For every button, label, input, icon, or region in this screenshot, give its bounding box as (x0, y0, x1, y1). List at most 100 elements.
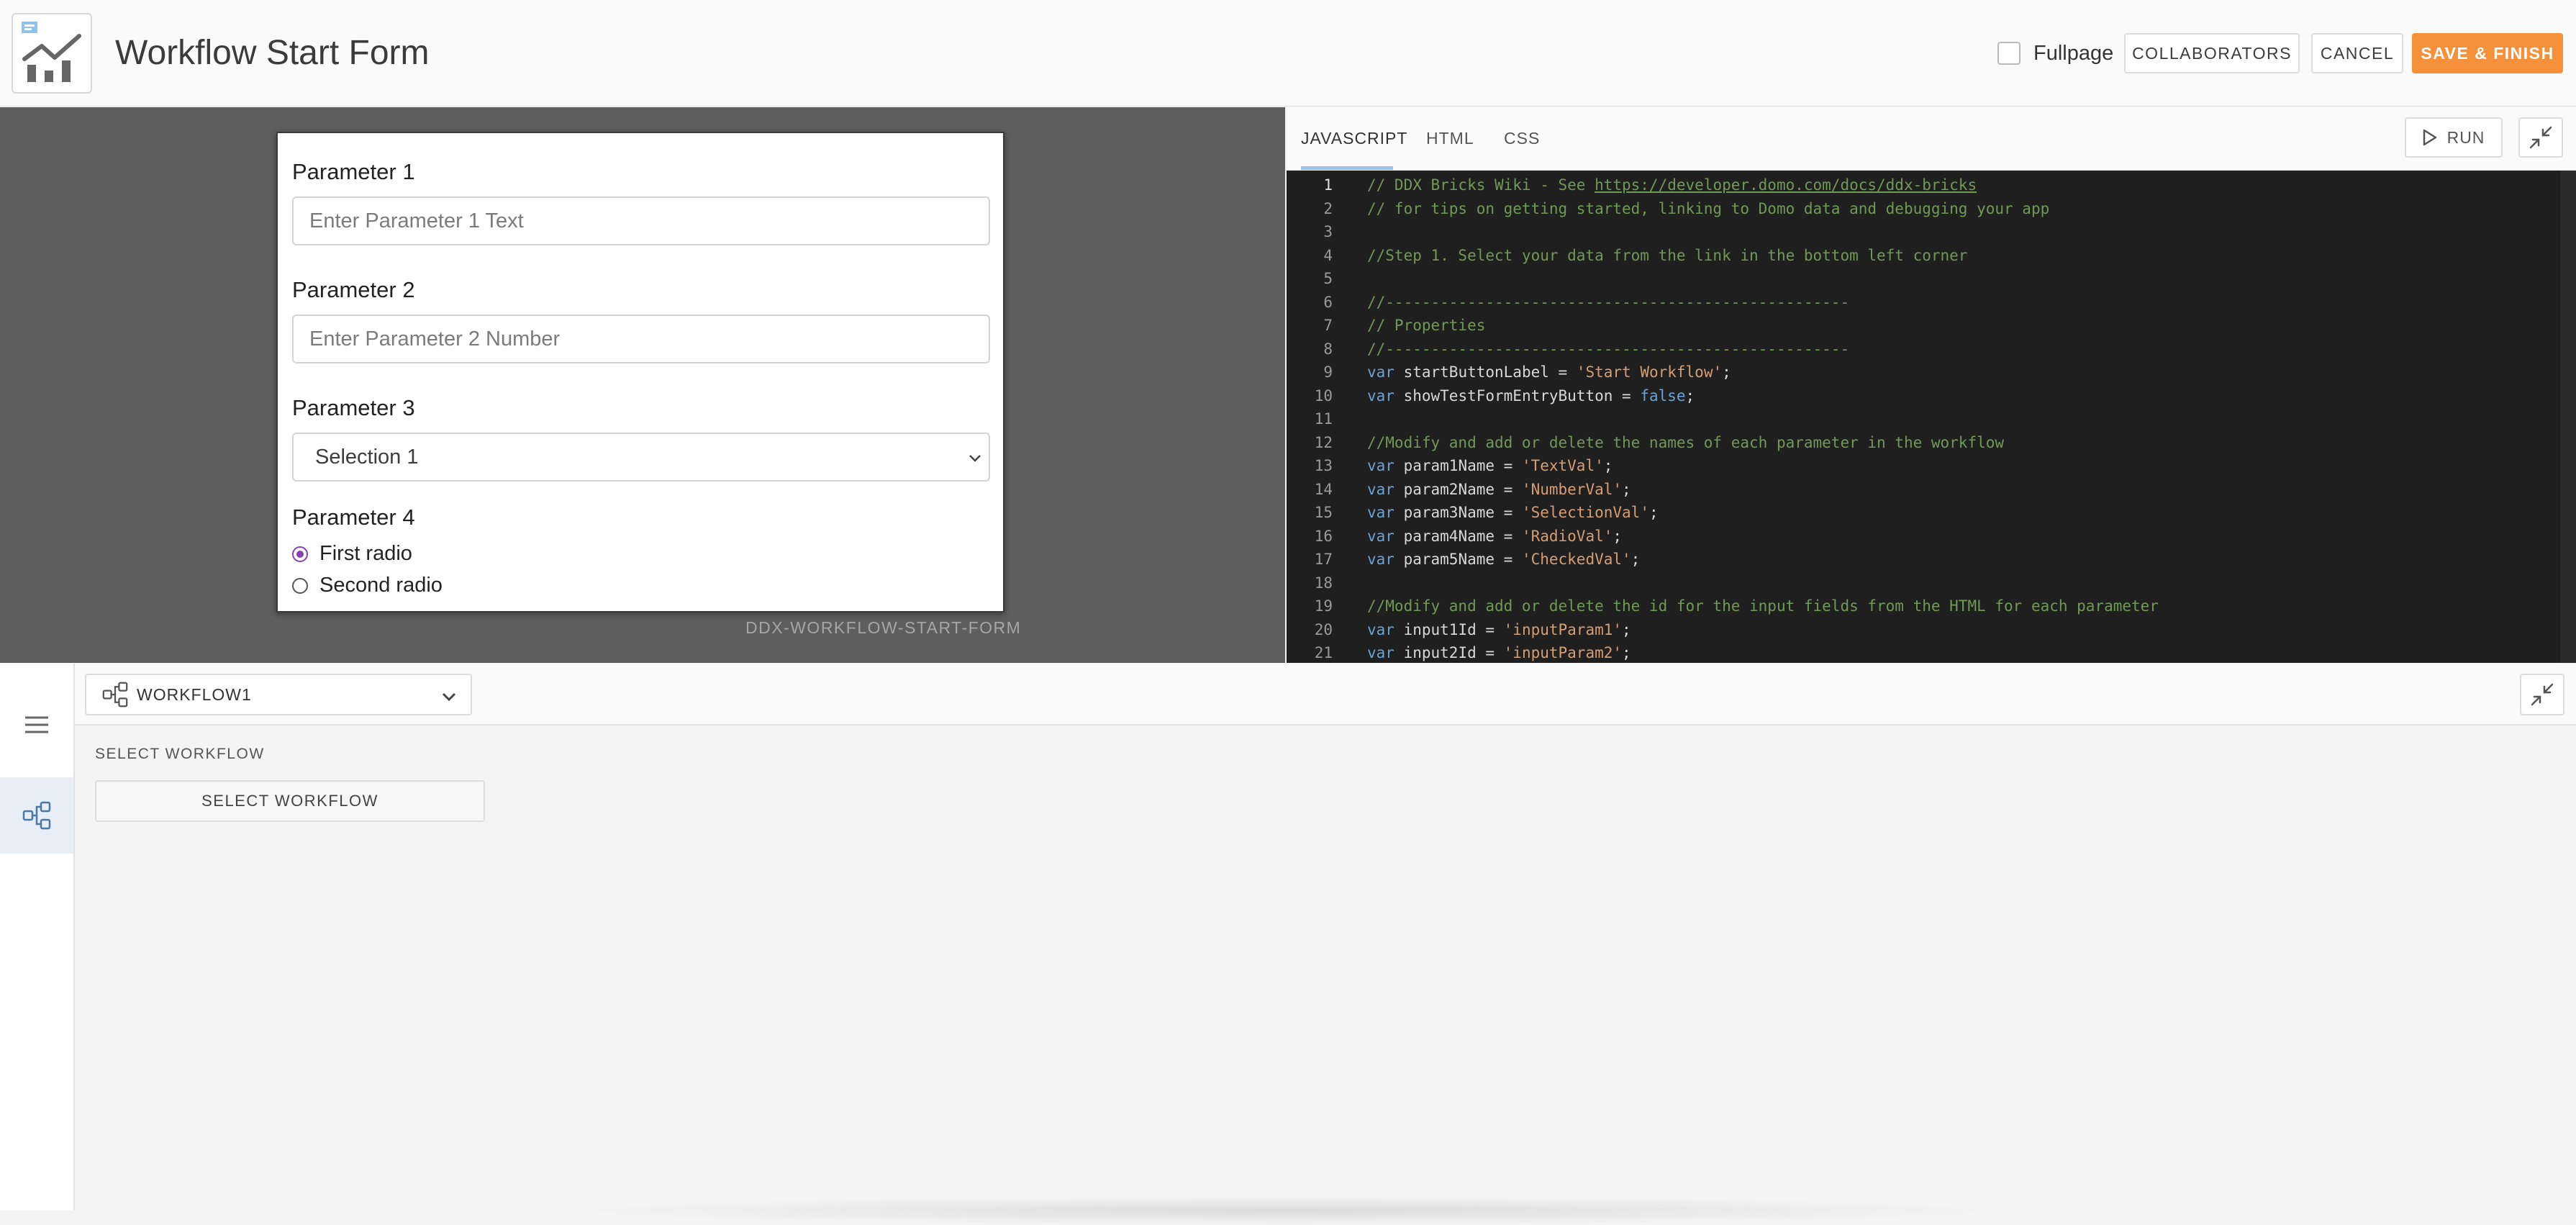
line-number: 8 (1287, 340, 1333, 358)
code-line[interactable]: 1// DDX Bricks Wiki - See https://develo… (1287, 173, 2560, 196)
code-line[interactable]: 18 (1287, 571, 2560, 595)
panel-shadow (561, 1196, 2015, 1225)
editor-scrollbar[interactable] (2560, 171, 2576, 663)
page-title: Workflow Start Form (115, 32, 430, 75)
tab-javascript[interactable]: JAVASCRIPT (1301, 129, 1407, 148)
code-text: //Modify and add or delete the id for th… (1367, 597, 2159, 615)
code-line[interactable]: 6//-------------------------------------… (1287, 291, 2560, 314)
code-text: //--------------------------------------… (1367, 340, 1849, 358)
collapse-icon (2530, 682, 2554, 707)
code-line[interactable]: 10var showTestFormEntryButton = false; (1287, 384, 2560, 407)
line-number: 18 (1287, 574, 1333, 592)
code-line[interactable]: 5 (1287, 267, 2560, 290)
panel-topbar: WORKFLOW1 (75, 664, 2576, 725)
code-token: var (1367, 387, 1394, 404)
code-line[interactable]: 9var startButtonLabel = 'Start Workflow'… (1287, 361, 2560, 384)
line-number: 16 (1287, 528, 1333, 545)
code-text: var input1Id = 'inputParam1'; (1367, 621, 1631, 638)
code-area[interactable]: 1// DDX Bricks Wiki - See https://develo… (1287, 171, 2576, 663)
line-number: 5 (1287, 270, 1333, 287)
workflow-icon (22, 801, 51, 830)
code-token: var (1367, 363, 1394, 381)
code-text: var showTestFormEntryButton = false; (1367, 387, 1695, 404)
code-token: //--------------------------------------… (1367, 294, 1849, 311)
code-line[interactable]: 16var param4Name = 'RadioVal'; (1287, 525, 2560, 548)
code-token: param1Name = (1394, 457, 1522, 474)
param4-label: Parameter 4 (292, 505, 415, 530)
tab-css[interactable]: CSS (1504, 129, 1540, 148)
code-token: ; (1613, 528, 1622, 545)
line-number: 7 (1287, 317, 1333, 334)
line-number: 21 (1287, 644, 1333, 661)
tab-html[interactable]: HTML (1426, 129, 1474, 148)
code-token: 'inputParam1' (1504, 621, 1622, 638)
radio-first-label: First radio (319, 542, 412, 566)
run-button[interactable]: RUN (2405, 117, 2503, 158)
code-text: var startButtonLabel = 'Start Workflow'; (1367, 363, 1731, 381)
workflow-select[interactable]: WORKFLOW1 (85, 674, 472, 715)
code-line[interactable]: 8 //-------------------------------------… (1287, 338, 2560, 361)
fullpage-toggle[interactable]: Fullpage (1997, 40, 2113, 66)
radio-first[interactable]: First radio (292, 542, 412, 566)
code-line[interactable]: 12//Modify and add or delete the names o… (1287, 431, 2560, 454)
code-line[interactable]: 15var param3Name = 'SelectionVal'; (1287, 501, 2560, 524)
code-line[interactable]: 13 var param1Name = 'TextVal'; (1287, 454, 2560, 477)
code-line[interactable]: 17var param5Name = 'CheckedVal'; (1287, 548, 2560, 571)
code-line[interactable]: 21var input2Id = 'inputParam2'; (1287, 641, 2560, 663)
data-panel: WORKFLOW1 SELECT WORKFLOW SELECT WORKFLO… (0, 664, 2576, 1211)
code-line[interactable]: 14var param2Name = 'NumberVal'; (1287, 478, 2560, 501)
line-number: 14 (1287, 481, 1333, 498)
code-token: var (1367, 504, 1394, 521)
code-link[interactable]: https://developer.domo.com/docs/ddx-bric… (1595, 176, 1977, 194)
code-token: false (1640, 387, 1685, 404)
code-token: 'TextVal' (1522, 457, 1604, 474)
fullpage-checkbox[interactable] (1997, 42, 2021, 65)
collapse-editor-button[interactable] (2518, 117, 2563, 158)
code-line[interactable]: 11 (1287, 407, 2560, 430)
code-token: //--------------------------------------… (1367, 340, 1849, 358)
select-workflow-button[interactable]: SELECT WORKFLOW (95, 780, 485, 822)
code-line[interactable]: 2// for tips on getting started, linking… (1287, 197, 2560, 220)
code-text: var param1Name = 'TextVal'; (1367, 457, 1613, 474)
code-line[interactable]: 4//Step 1. Select your data from the lin… (1287, 244, 2560, 267)
collaborators-button[interactable]: COLLABORATORS (2124, 33, 2300, 73)
param3-select[interactable]: Selection 1 (292, 433, 990, 482)
code-token: input1Id = (1394, 621, 1504, 638)
collapse-panel-button[interactable] (2520, 674, 2564, 715)
code-line[interactable]: 19 //Modify and add or delete the id for … (1287, 595, 2560, 618)
app-chart-icon (12, 13, 92, 94)
menu-button[interactable] (0, 687, 73, 763)
code-line[interactable]: 7// Properties (1287, 314, 2560, 337)
code-token: ; (1604, 457, 1613, 474)
code-line[interactable]: 3 (1287, 220, 2560, 243)
code-token: ; (1622, 481, 1631, 498)
cancel-button[interactable]: CANCEL (2311, 33, 2403, 73)
param2-label: Parameter 2 (292, 277, 415, 303)
radio-first-indicator[interactable] (292, 546, 308, 562)
save-finish-button[interactable]: SAVE & FINISH (2412, 33, 2563, 73)
app-header: Workflow Start Form Fullpage COLLABORATO… (0, 0, 2576, 107)
side-rail (0, 664, 75, 1211)
param2-input[interactable]: Enter Parameter 2 Number (292, 315, 990, 363)
code-token: //Modify and add or delete the id for th… (1367, 597, 2159, 615)
radio-second[interactable]: Second radio (292, 574, 443, 597)
code-token: var (1367, 644, 1394, 661)
param1-input[interactable]: Enter Parameter 1 Text (292, 196, 990, 245)
radio-second-indicator[interactable] (292, 578, 308, 594)
select-workflow-heading: SELECT WORKFLOW (95, 746, 265, 763)
chevron-down-icon (440, 688, 458, 705)
code-token: //Modify and add or delete the names of … (1367, 434, 2004, 451)
code-text: //Step 1. Select your data from the link… (1367, 247, 1967, 264)
code-editor-pane: JAVASCRIPT HTML CSS RUN 1// DDX Bricks W… (1287, 107, 2576, 663)
code-token: ; (1622, 621, 1631, 638)
code-token: var (1367, 457, 1394, 474)
code-token: var (1367, 528, 1394, 545)
line-number: 19 (1287, 597, 1333, 615)
line-number: 13 (1287, 457, 1333, 474)
collapse-icon (2529, 125, 2553, 150)
editor-tabs: JAVASCRIPT HTML CSS RUN (1287, 107, 2576, 171)
code-line[interactable]: 20var input1Id = 'inputParam1'; (1287, 618, 2560, 641)
workflow-rail-button[interactable] (0, 777, 73, 854)
preview-pane: Parameter 1 Enter Parameter 1 Text Param… (0, 107, 1285, 663)
code-token: // DDX Bricks Wiki - See (1367, 176, 1595, 194)
